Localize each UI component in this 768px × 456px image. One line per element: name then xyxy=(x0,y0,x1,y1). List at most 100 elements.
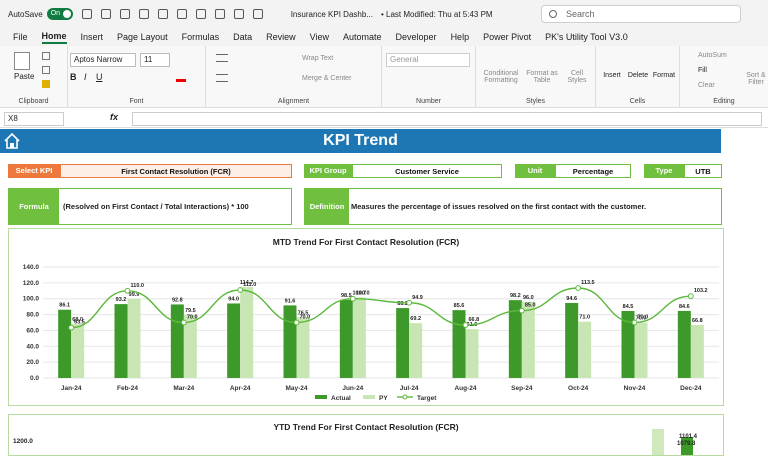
formula-input[interactable] xyxy=(132,112,762,126)
paste-icon[interactable] xyxy=(14,52,30,70)
font-group: Aptos Narrow 11 B I U Font xyxy=(68,46,206,108)
cut-icon[interactable] xyxy=(42,52,50,60)
delete-cells-button[interactable]: Delete xyxy=(624,72,652,79)
tab-insert[interactable]: Insert xyxy=(81,32,104,42)
actual-bar xyxy=(677,310,691,378)
name-box[interactable]: X8 xyxy=(4,112,64,126)
target-point xyxy=(406,299,413,306)
legend-target-marker xyxy=(402,394,408,400)
tab-power-pivot[interactable]: Power Pivot xyxy=(483,32,531,42)
tab-pk-utility[interactable]: PK's Utility Tool V3.0 xyxy=(545,32,628,42)
wrap-text-button[interactable]: Wrap Text xyxy=(302,55,333,62)
select-kpi-dropdown[interactable]: First Contact Resolution (FCR) xyxy=(60,164,292,178)
cell-styles-button[interactable]: Cell Styles xyxy=(562,70,592,84)
legend-actual-label: Actual xyxy=(331,395,351,402)
autosum-button[interactable]: AutoSum xyxy=(698,52,727,59)
format-as-table-button[interactable]: Format as Table xyxy=(524,70,560,84)
clear-button[interactable]: Clear xyxy=(698,82,715,89)
kpi-group-label: KPI Group xyxy=(304,164,352,178)
py-bar xyxy=(352,297,366,378)
ytd-label-1: 1101.4 xyxy=(679,434,698,440)
format-painter-icon[interactable] xyxy=(42,80,50,88)
ytd-chart-card: YTD Trend For First Contact Resolution (… xyxy=(8,414,724,456)
search-input[interactable]: Search xyxy=(541,5,741,23)
tab-data[interactable]: Data xyxy=(233,32,252,42)
image-icon[interactable] xyxy=(157,9,168,19)
actual-bar xyxy=(170,304,184,378)
clipboard-label: Clipboard xyxy=(18,98,49,105)
target-point xyxy=(124,287,131,294)
py-data-label: 79.5 xyxy=(185,308,196,314)
tab-automate[interactable]: Automate xyxy=(343,32,382,42)
tab-file[interactable]: File xyxy=(13,32,28,42)
unit-value: Percentage xyxy=(555,164,631,178)
target-data-label: 70.0 xyxy=(187,315,198,321)
tab-review[interactable]: Review xyxy=(266,32,296,42)
tab-developer[interactable]: Developer xyxy=(396,32,437,42)
number-format-select[interactable]: General xyxy=(386,53,470,67)
undo-icon[interactable] xyxy=(100,9,111,19)
target-line xyxy=(71,287,691,329)
last-modified: • Last Modified: Thu at 5:43 PM xyxy=(380,9,493,19)
tab-formulas[interactable]: Formulas xyxy=(182,32,220,42)
customize-icon[interactable] xyxy=(252,9,263,19)
copy-icon[interactable] xyxy=(42,66,50,74)
font-size-select[interactable]: 11 xyxy=(140,53,170,67)
align-left-icon[interactable] xyxy=(216,74,228,82)
x-tick-label: Feb-24 xyxy=(117,385,138,392)
underline-icon[interactable]: U xyxy=(96,72,103,82)
target-point xyxy=(68,324,75,331)
target-point xyxy=(237,287,244,293)
y-tick-label: 40.0 xyxy=(26,343,39,350)
y-tick-label: 120.0 xyxy=(23,280,40,287)
definition-value: Measures the percentage of issues resolv… xyxy=(351,202,647,211)
type-value: UTB xyxy=(684,164,722,178)
italic-icon[interactable]: I xyxy=(84,72,87,82)
checkbox-icon[interactable] xyxy=(214,9,225,19)
ytd-chart-title: YTD Trend For First Contact Resolution (… xyxy=(273,422,459,432)
target-point xyxy=(462,322,469,328)
ytd-y-tick: 1200.0 xyxy=(13,438,33,445)
paste-button[interactable]: Paste xyxy=(14,72,34,81)
py-bar xyxy=(127,298,141,378)
x-tick-label: Mar-24 xyxy=(173,385,194,392)
ribbon-tabs: File Home Insert Page Layout Formulas Da… xyxy=(0,28,768,46)
align-top-icon[interactable] xyxy=(216,54,228,62)
conditional-formatting-button[interactable]: Conditional Formatting xyxy=(480,70,522,84)
autosave-toggle[interactable]: On xyxy=(46,8,73,20)
font-label: Font xyxy=(129,98,144,105)
format-cells-button[interactable]: Format xyxy=(650,72,678,79)
font-color-icon[interactable] xyxy=(176,72,186,82)
bold-icon[interactable]: B xyxy=(70,72,77,82)
sigma-icon[interactable] xyxy=(233,9,244,19)
editing-group: AutoSum Fill Clear Sort & Filter Editing xyxy=(680,46,768,108)
font-name-select[interactable]: Aptos Narrow xyxy=(70,53,136,67)
redo-icon[interactable] xyxy=(119,9,130,19)
actual-data-label: 94.0 xyxy=(228,296,239,302)
target-data-label: 66.8 xyxy=(469,317,480,323)
y-tick-label: 0.0 xyxy=(30,375,39,382)
tab-page-layout[interactable]: Page Layout xyxy=(117,32,168,42)
tab-help[interactable]: Help xyxy=(451,32,470,42)
home-icon[interactable] xyxy=(3,132,21,150)
insert-cells-button[interactable]: Insert xyxy=(598,72,626,79)
worksheet: KPI Trend Select KPI First Contact Resol… xyxy=(0,129,768,456)
table-icon[interactable] xyxy=(138,9,149,19)
fill-button[interactable]: Fill xyxy=(698,67,707,74)
legend-py-swatch xyxy=(363,395,375,399)
py-bar xyxy=(71,324,85,378)
document-name[interactable]: Insurance KPI Dashb... xyxy=(291,10,373,19)
tab-view[interactable]: View xyxy=(310,32,329,42)
py-bar xyxy=(634,322,648,378)
actual-bar xyxy=(339,299,353,378)
sort-filter-button[interactable]: Sort & Filter xyxy=(744,72,768,86)
fx-icon[interactable]: fx xyxy=(110,112,118,122)
tab-home[interactable]: Home xyxy=(41,31,67,44)
format-painter-icon[interactable] xyxy=(195,9,206,19)
save-icon[interactable] xyxy=(81,9,92,19)
merge-center-button[interactable]: Merge & Center xyxy=(302,75,351,82)
actual-data-label: 93.2 xyxy=(116,297,127,303)
target-data-label: 103.2 xyxy=(694,288,708,294)
chart-icon[interactable] xyxy=(176,9,187,19)
legend-target-label: Target xyxy=(417,395,437,402)
